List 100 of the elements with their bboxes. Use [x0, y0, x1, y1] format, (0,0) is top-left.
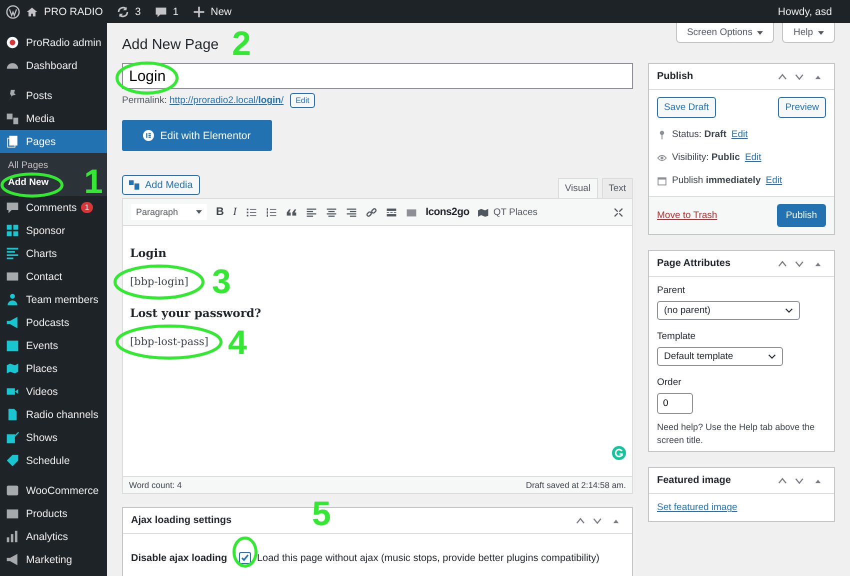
icons2go-button[interactable]: Icons2go: [426, 206, 470, 218]
edit-link[interactable]: Edit: [744, 152, 762, 163]
menu-item[interactable]: Team members: [0, 288, 107, 311]
screen-tab-button[interactable]: Screen Options: [676, 23, 774, 43]
content-heading: Login: [130, 246, 168, 260]
status-text: Status: Draft: [672, 129, 726, 140]
menu-item[interactable]: Contact: [0, 265, 107, 288]
greeting-link[interactable]: Howdy, asd: [778, 6, 832, 18]
menu-item[interactable]: Marketing: [0, 548, 107, 571]
menu-item[interactable]: Posts: [0, 84, 107, 107]
panel-title: Ajax loading settings: [131, 515, 232, 526]
checkbox-label: Load this page without ajax (music stops, provide better plugins compatibility): [257, 552, 600, 564]
menu-item[interactable]: Events: [0, 334, 107, 357]
content-heading: Lost your password?: [130, 306, 262, 320]
menu-item[interactable]: WooCommerce: [0, 479, 107, 502]
edit-icon: [6, 431, 19, 444]
permalink-link[interactable]: http://proradio2.local/login/: [170, 95, 284, 106]
checkbox[interactable]: [239, 552, 251, 564]
refresh-icon[interactable]: [116, 4, 130, 18]
bulleted-list-icon[interactable]: [246, 206, 257, 218]
logo-icon: [6, 36, 19, 49]
grid-icon: [6, 224, 19, 237]
help-text: Need help? Use the Help tab above the screen title.: [657, 421, 816, 448]
menu-item[interactable]: Analytics: [0, 525, 107, 548]
numbered-list-icon[interactable]: [266, 206, 277, 218]
align-left-icon[interactable]: [306, 206, 317, 218]
shortcode-text: [bbp-login]: [130, 276, 188, 288]
status-text: Visibility: Public: [672, 152, 740, 163]
save-draft-button[interactable]: Save Draft: [657, 97, 716, 118]
add-media-button[interactable]: Add Media: [122, 175, 200, 195]
menu-item[interactable]: Places: [0, 357, 107, 380]
submenu-item[interactable]: Add New: [0, 174, 57, 191]
site-name-link[interactable]: PRO RADIO: [44, 6, 103, 18]
menu-item[interactable]: Radio channels: [0, 403, 107, 426]
setting-label: Disable ajax loading: [131, 552, 228, 564]
caret-icon: [196, 210, 202, 214]
bold-button[interactable]: B: [216, 206, 224, 218]
annotation-circle: [116, 62, 178, 94]
preview-button[interactable]: Preview: [778, 97, 826, 118]
person-icon: [6, 293, 19, 306]
menu-item[interactable]: Pages: [0, 130, 107, 153]
annotation-circle: [232, 536, 258, 568]
map-icon: [478, 207, 490, 217]
parent-select[interactable]: (no parent): [657, 301, 800, 320]
quote-icon[interactable]: [286, 206, 297, 218]
menu-item[interactable]: Schedule: [0, 449, 107, 472]
editor-tab[interactable]: Visual: [558, 178, 598, 198]
wordpress-logo-icon[interactable]: [6, 4, 20, 18]
align-right-icon[interactable]: [346, 206, 357, 218]
annotation-number: 3: [212, 265, 231, 299]
edit-link[interactable]: Edit: [766, 175, 782, 186]
menu-item[interactable]: Media: [0, 107, 107, 130]
menu-item[interactable]: Charts: [0, 242, 107, 265]
menu-item[interactable]: Comments 1: [0, 196, 107, 219]
edit-link[interactable]: Edit: [731, 129, 748, 140]
count-badge: 1: [80, 202, 94, 213]
menu-item[interactable]: Sponsor: [0, 219, 107, 242]
submenu-item[interactable]: All Pages: [0, 157, 56, 174]
elementor-button[interactable]: Edit with Elementor: [122, 120, 272, 151]
shortcode-text: [bbp-lost-pass]: [130, 336, 208, 348]
map-icon: [6, 362, 19, 375]
move-to-trash-link[interactable]: Move to Trash: [657, 210, 718, 221]
elementor-icon: [143, 130, 154, 141]
italic-button[interactable]: I: [232, 206, 237, 218]
pin-icon: [657, 130, 667, 140]
set-featured-image-link[interactable]: Set featured image: [657, 502, 738, 514]
pages-icon: [6, 135, 19, 148]
format-select[interactable]: Paragraph: [131, 204, 207, 220]
menu-item[interactable]: ProRadio admin: [0, 31, 107, 54]
media-icon: [129, 180, 140, 190]
template-select[interactable]: Default template: [657, 347, 783, 366]
eye-icon: [657, 152, 667, 162]
menu-item[interactable]: Dashboard: [0, 54, 107, 77]
menu-item[interactable]: Videos: [0, 380, 107, 403]
edit-button[interactable]: Edit: [290, 93, 316, 108]
word-count: Word count: 4: [129, 480, 182, 490]
new-link[interactable]: New: [210, 6, 232, 18]
order-field[interactable]: 0: [657, 393, 693, 414]
qt-places-button[interactable]: QT Places: [478, 206, 538, 218]
fullscreen-icon[interactable]: [613, 206, 624, 218]
menu-item[interactable]: Shows: [0, 426, 107, 449]
screen-tab-button[interactable]: Help: [782, 23, 835, 43]
plus-icon[interactable]: [192, 4, 206, 18]
menu-item[interactable]: Products: [0, 502, 107, 525]
align-center-icon[interactable]: [326, 206, 337, 218]
comments-count[interactable]: 1: [172, 6, 179, 18]
publish-button[interactable]: Publish: [776, 204, 826, 227]
speech-bubble-icon[interactable]: [154, 4, 168, 18]
bar-chart-icon: [6, 530, 19, 543]
draft-saved-text: Draft saved at 2:14:58 am.: [526, 480, 626, 490]
speech-bubble-icon: [6, 201, 19, 214]
menu-item[interactable]: Podcasts: [0, 311, 107, 334]
read-more-icon[interactable]: [386, 206, 397, 218]
field-label: Parent: [657, 285, 685, 296]
page-title: Add New Page: [122, 37, 219, 53]
title-field[interactable]: Login: [122, 63, 633, 89]
updates-count[interactable]: 3: [134, 6, 141, 18]
link-icon[interactable]: [366, 206, 377, 218]
editor-tab[interactable]: Text: [602, 178, 633, 198]
status-text: Publish immediately: [672, 175, 761, 186]
